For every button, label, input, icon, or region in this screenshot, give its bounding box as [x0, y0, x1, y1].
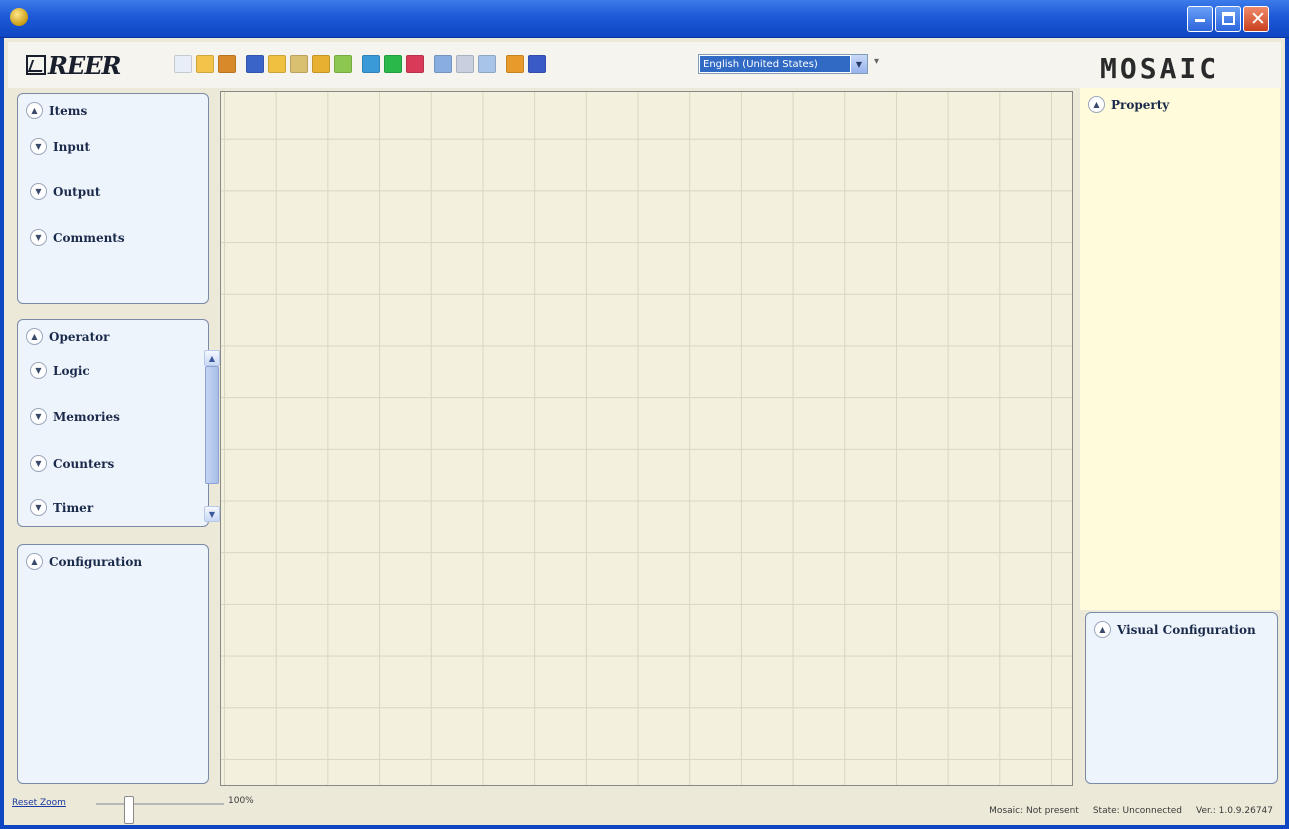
- status-info: Mosaic: Not present State: Unconnected V…: [989, 806, 1273, 816]
- reer-logo: REER: [26, 50, 121, 80]
- operator-title: Operator: [49, 329, 110, 344]
- operator-entry-logic[interactable]: ▼ Logic: [30, 362, 90, 379]
- status-bar: Reset Zoom 100% Mosaic: Not present Stat…: [8, 790, 1281, 824]
- print-icon[interactable]: [290, 55, 308, 73]
- items-entry-output[interactable]: ▼ Output: [30, 183, 100, 200]
- chevron-down-icon[interactable]: ▼: [30, 499, 47, 516]
- check-icon[interactable]: [334, 55, 352, 73]
- title-bar: ✕: [0, 0, 1289, 38]
- minimize-button[interactable]: [1187, 6, 1213, 32]
- items-panel: ▲ Items ▼ Input ▼ Output ▼ Comments: [17, 93, 209, 304]
- zoom-slider[interactable]: [96, 796, 224, 824]
- design-canvas[interactable]: [220, 91, 1073, 786]
- chevron-up-icon[interactable]: ▲: [1088, 96, 1105, 113]
- chevron-down-icon[interactable]: ▼: [30, 138, 47, 155]
- configuration-title: Configuration: [49, 554, 143, 569]
- zoom-icon[interactable]: [434, 55, 452, 73]
- operator-entry-timer[interactable]: ▼ Timer: [30, 499, 93, 516]
- edit-icon[interactable]: [312, 55, 330, 73]
- operator-entry-label: Memories: [53, 409, 120, 424]
- chevron-up-icon[interactable]: ▲: [1094, 621, 1111, 638]
- chevron-down-icon[interactable]: ▼: [30, 362, 47, 379]
- minimize-icon: [1195, 19, 1205, 22]
- zoom-level: 100%: [228, 796, 254, 806]
- operator-entry-label: Timer: [53, 500, 94, 515]
- reset-zoom-link[interactable]: Reset Zoom: [12, 798, 66, 808]
- property-title: Property: [1111, 97, 1170, 112]
- chevron-down-icon[interactable]: ▼: [30, 229, 47, 246]
- chevron-up-icon[interactable]: ▲: [26, 553, 43, 570]
- maximize-button[interactable]: [1215, 6, 1241, 32]
- connection-state: State: Unconnected: [1092, 806, 1182, 816]
- tools-icon[interactable]: [506, 55, 524, 73]
- items-entry-label: Output: [53, 184, 101, 199]
- chevron-down-icon[interactable]: ▼: [30, 455, 47, 472]
- new-icon[interactable]: [174, 55, 192, 73]
- visual-configuration-header[interactable]: ▲ Visual Configuration: [1094, 621, 1256, 638]
- configuration-header[interactable]: ▲ Configuration: [26, 553, 142, 570]
- operator-entry-counters[interactable]: ▼ Counters: [30, 455, 114, 472]
- close-icon: ✕: [1250, 8, 1266, 30]
- items-entry-label: Comments: [53, 230, 125, 245]
- chevron-down-icon[interactable]: ▼: [30, 408, 47, 425]
- version-label: Ver.: 1.0.9.26747: [1195, 806, 1273, 816]
- items-entry-comments[interactable]: ▼ Comments: [30, 229, 125, 246]
- chevron-down-icon[interactable]: ▼: [851, 55, 867, 73]
- connect-icon[interactable]: [362, 55, 380, 73]
- language-value: English (United States): [700, 56, 850, 72]
- toolbar-buttons: [174, 55, 550, 73]
- zoom-slider-thumb[interactable]: [124, 796, 135, 824]
- globe-icon[interactable]: [384, 55, 402, 73]
- chevron-up-icon[interactable]: ▲: [26, 102, 43, 119]
- maximize-icon: [1222, 12, 1235, 25]
- operator-entry-label: Counters: [53, 456, 115, 471]
- items-header[interactable]: ▲ Items: [26, 102, 87, 119]
- scroll-track[interactable]: [204, 366, 220, 506]
- chevron-down-icon[interactable]: ▼: [30, 183, 47, 200]
- language-select[interactable]: English (United States) ▼: [698, 54, 868, 74]
- items-entry-label: Input: [53, 139, 90, 154]
- open-icon[interactable]: [196, 55, 214, 73]
- reer-logo-mark: [26, 55, 46, 75]
- monitor-icon[interactable]: [456, 55, 474, 73]
- operator-panel: ▲ Operator ▼ Logic ▼ Memories ▼ Counters…: [17, 319, 220, 527]
- visual-configuration-panel: ▲ Visual Configuration: [1085, 612, 1278, 784]
- chat-icon[interactable]: [478, 55, 496, 73]
- target-icon[interactable]: [406, 55, 424, 73]
- help-icon[interactable]: [528, 55, 546, 73]
- app-icon[interactable]: [10, 8, 28, 26]
- scroll-thumb[interactable]: [205, 366, 219, 484]
- toolbar: REER English (United States) ▼ ▾ MOSAIC: [8, 42, 1281, 88]
- pin-icon[interactable]: [218, 55, 236, 73]
- toolbar-overflow[interactable]: ▾: [874, 56, 879, 67]
- close-button[interactable]: ✕: [1243, 6, 1269, 32]
- operator-header[interactable]: ▲ Operator: [26, 328, 109, 345]
- operator-scrollbar[interactable]: ▲ ▼: [204, 350, 220, 522]
- configuration-panel: ▲ Configuration: [17, 544, 209, 784]
- folder-icon[interactable]: [268, 55, 286, 73]
- reer-logo-text: REER: [48, 50, 121, 80]
- property-panel: ▲ Property: [1080, 88, 1280, 610]
- property-header[interactable]: ▲ Property: [1088, 96, 1169, 113]
- save-icon[interactable]: [246, 55, 264, 73]
- visual-configuration-title: Visual Configuration: [1117, 622, 1256, 637]
- operator-entry-label: Logic: [53, 363, 90, 378]
- items-title: Items: [49, 103, 88, 118]
- scroll-down-icon[interactable]: ▼: [204, 506, 220, 522]
- mosaic-status: Mosaic: Not present: [989, 806, 1079, 816]
- chevron-up-icon[interactable]: ▲: [26, 328, 43, 345]
- operator-entry-memories[interactable]: ▼ Memories: [30, 408, 120, 425]
- mosaic-logo: MOSAIC: [1100, 52, 1220, 85]
- scroll-up-icon[interactable]: ▲: [204, 350, 220, 366]
- items-entry-input[interactable]: ▼ Input: [30, 138, 90, 155]
